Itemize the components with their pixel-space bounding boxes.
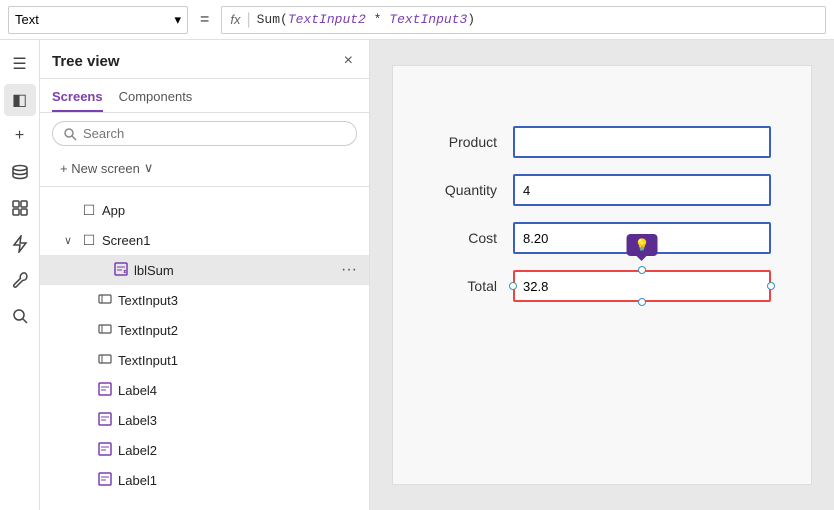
lightning-icon: [12, 235, 28, 253]
product-input[interactable]: [513, 126, 771, 158]
new-screen-button[interactable]: + New screen ∨: [48, 156, 361, 180]
top-bar: Text ▾ = fx | Sum(TextInput2 * TextInput…: [0, 0, 834, 40]
form-row-quantity: Quantity: [433, 174, 771, 206]
form-row-total: Total 💡: [433, 270, 771, 302]
tree-item-screen1[interactable]: ∨ ☐ Screen1: [40, 225, 369, 255]
formula-func: Sum(: [257, 12, 288, 27]
tree-item-textinput3[interactable]: TextInput3: [40, 285, 369, 315]
tooltip-icon: 💡: [635, 238, 650, 252]
canvas-screen: Product Quantity Cost Total: [392, 65, 812, 485]
tree-content: ☐ App ∨ ☐ Screen1: [40, 191, 369, 510]
search-input[interactable]: [83, 126, 346, 141]
tree-item-textinput1[interactable]: TextInput1: [40, 345, 369, 375]
data-icon-btn[interactable]: [4, 156, 36, 188]
textinput1-label: TextInput1: [118, 353, 361, 368]
search-icon-btn[interactable]: [4, 300, 36, 332]
database-icon: [11, 163, 29, 181]
label2-label: Label2: [118, 443, 361, 458]
total-label: Total: [433, 278, 513, 294]
app-icon: ☐: [80, 202, 98, 219]
tree-panel: Tree view × Screens Components + New scr…: [40, 40, 370, 510]
left-sidebar: ☰ ◧ +: [0, 40, 40, 510]
tree-item-textinput2[interactable]: TextInput2: [40, 315, 369, 345]
product-label: Product: [433, 134, 513, 150]
lblsum-icon: [112, 262, 130, 279]
tree-item-label1[interactable]: Label1: [40, 465, 369, 495]
cost-label: Cost: [433, 230, 513, 246]
form-row-product: Product: [433, 126, 771, 158]
canvas-form: Product Quantity Cost Total: [393, 66, 811, 378]
screen1-label: Screen1: [102, 233, 361, 248]
insert-icon-btn[interactable]: +: [4, 120, 36, 152]
app-label: App: [102, 203, 361, 218]
tree-item-lblsum[interactable]: lblSum ···: [40, 255, 369, 285]
property-dropdown[interactable]: Text ▾: [8, 6, 188, 34]
label2-icon: [96, 442, 114, 459]
property-dropdown-value: Text: [15, 12, 39, 27]
tree-item-label2[interactable]: Label2: [40, 435, 369, 465]
tree-item-app[interactable]: ☐ App: [40, 195, 369, 225]
label1-label: Label1: [118, 473, 361, 488]
formula-arg2: TextInput3: [389, 12, 467, 27]
canvas-area: Product Quantity Cost Total: [370, 40, 834, 510]
form-row-cost: Cost: [433, 222, 771, 254]
label4-label: Label4: [118, 383, 361, 398]
tree-header: Tree view ×: [40, 40, 369, 79]
formula-display: Sum(TextInput2 * TextInput3): [257, 12, 475, 27]
formula-bar[interactable]: fx | Sum(TextInput2 * TextInput3): [221, 6, 826, 34]
tree-item-label3[interactable]: Label3: [40, 405, 369, 435]
lightning-icon-btn[interactable]: [4, 228, 36, 260]
label1-icon: [96, 472, 114, 489]
fx-divider: |: [246, 11, 250, 29]
hamburger-icon-btn[interactable]: ☰: [4, 48, 36, 80]
new-screen-chevron-icon: ∨: [144, 160, 154, 176]
wrench-icon: [11, 271, 29, 289]
wrench-icon-btn[interactable]: [4, 264, 36, 296]
textinput3-label: TextInput3: [118, 293, 361, 308]
total-container: 💡: [513, 270, 771, 302]
equals-sign: =: [196, 11, 213, 29]
textinput2-label: TextInput2: [118, 323, 361, 338]
screen1-icon: ☐: [80, 232, 98, 249]
tab-screens[interactable]: Screens: [52, 85, 103, 112]
total-tooltip: 💡: [627, 234, 658, 256]
fx-label: fx: [230, 12, 240, 27]
tree-title: Tree view: [52, 53, 120, 70]
tree-divider: [40, 186, 369, 187]
textinput3-icon: [96, 292, 114, 309]
tree-item-label4[interactable]: Label4: [40, 375, 369, 405]
tree-view-icon-btn[interactable]: ◧: [4, 84, 36, 116]
label4-icon: [96, 382, 114, 399]
label3-icon: [96, 412, 114, 429]
tab-components[interactable]: Components: [119, 85, 193, 112]
tree-close-button[interactable]: ×: [340, 50, 357, 72]
dropdown-chevron-icon: ▾: [174, 12, 181, 28]
quantity-input[interactable]: [513, 174, 771, 206]
tree-tabs: Screens Components: [40, 79, 369, 113]
quantity-label: Quantity: [433, 182, 513, 198]
main-area: ☰ ◧ +: [0, 40, 834, 510]
formula-arg1: TextInput2: [288, 12, 366, 27]
grid-icon: [11, 199, 29, 217]
new-screen-label: + New screen: [60, 161, 140, 176]
textinput2-icon: [96, 322, 114, 339]
formula-suffix: ): [467, 12, 475, 27]
grid-icon-btn[interactable]: [4, 192, 36, 224]
search-box[interactable]: [52, 121, 357, 146]
search-box-icon: [63, 127, 77, 141]
lblsum-more-button[interactable]: ···: [337, 261, 361, 279]
search-icon: [11, 307, 29, 325]
lblsum-label: lblSum: [134, 263, 333, 278]
label3-label: Label3: [118, 413, 361, 428]
screen1-chevron: ∨: [64, 234, 76, 247]
total-input[interactable]: [513, 270, 771, 302]
textinput1-icon: [96, 352, 114, 369]
formula-op: *: [366, 12, 389, 27]
